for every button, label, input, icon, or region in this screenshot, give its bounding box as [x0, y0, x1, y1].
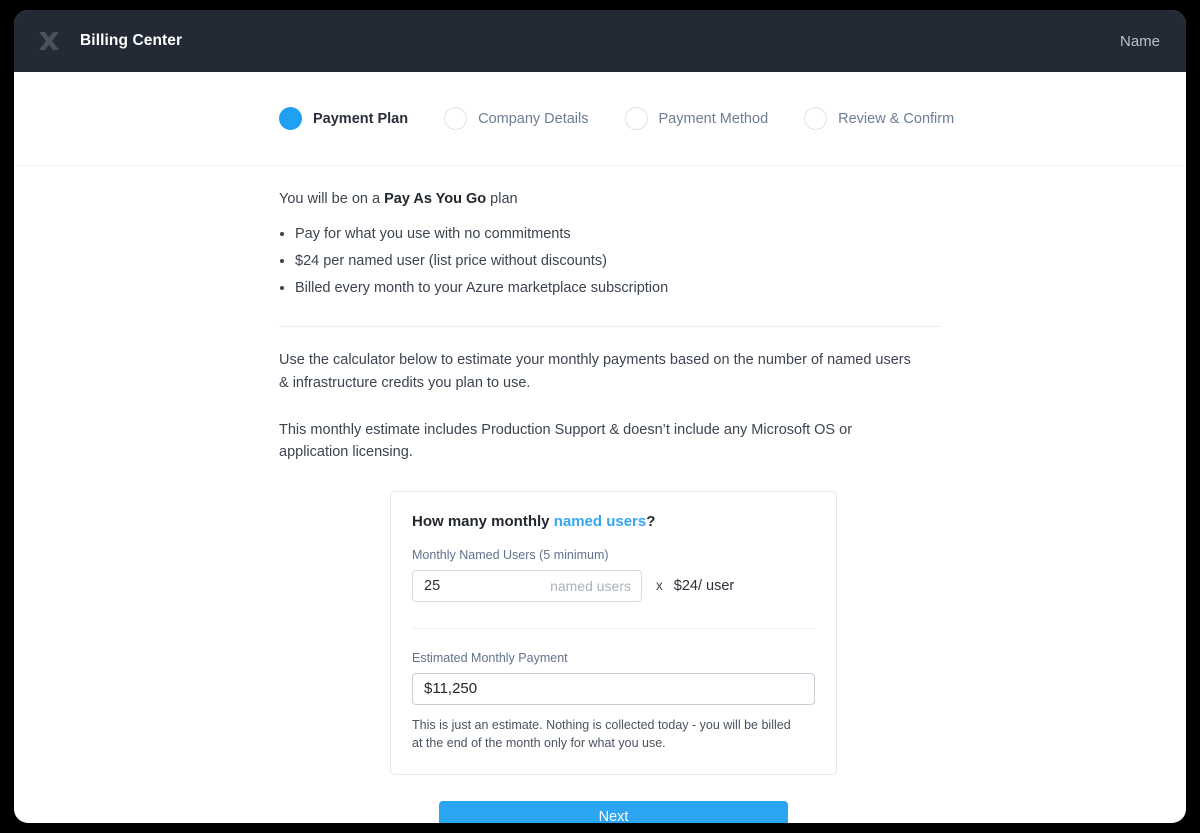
section-divider [279, 326, 941, 328]
user-name-menu[interactable]: Name [1120, 33, 1160, 50]
step-label: Payment Method [658, 110, 769, 127]
step-review-confirm[interactable]: Review & Confirm [804, 107, 954, 130]
app-title: Billing Center [80, 32, 183, 49]
plan-benefits-list: Pay for what you use with no commitments… [279, 224, 1186, 299]
step-label: Review & Confirm [838, 110, 955, 127]
estimate-input-wrapper[interactable] [412, 672, 815, 705]
calculator-card-holder: How many monthly named users? Monthly Na… [279, 490, 1186, 776]
step-list: Payment Plan Company Details Payment Met… [279, 107, 954, 130]
top-bar-left: Billing Center [32, 24, 182, 58]
step-dot-icon [804, 107, 828, 130]
support-note-paragraph: This monthly estimate includes Productio… [279, 422, 853, 461]
step-dot-icon [279, 107, 302, 130]
named-users-unit-label: named users [550, 577, 631, 594]
list-item: $24 per named user (list price without d… [279, 251, 1186, 272]
step-indicator: Payment Plan Company Details Payment Met… [14, 72, 1186, 166]
named-users-input[interactable] [424, 577, 551, 594]
actions-row: Next [279, 801, 1186, 823]
per-user-rate: $24/ user [673, 577, 735, 594]
calculator-card: How many monthly named users? Monthly Na… [390, 490, 837, 776]
estimate-fine-print: This is just an estimate. Nothing is col… [412, 717, 791, 751]
plan-lead-suffix: plan [486, 191, 518, 207]
list-item: Pay for what you use with no commitments [279, 224, 1186, 245]
step-payment-method[interactable]: Payment Method [624, 107, 769, 130]
step-dot-icon [624, 107, 648, 130]
named-users-input-wrapper[interactable]: named users [412, 569, 642, 602]
plan-lead-text: You will be on a Pay As You Go plan [279, 189, 1186, 210]
plan-lead-prefix: You will be on a [279, 191, 385, 207]
estimate-input[interactable] [424, 680, 803, 698]
multiply-symbol: x [656, 578, 663, 594]
app-window: Billing Center Name Payment Plan Company… [14, 10, 1186, 823]
step-company-details[interactable]: Company Details [444, 107, 589, 130]
step-dot-icon [444, 107, 468, 130]
next-button[interactable]: Next [439, 801, 788, 823]
step-label: Company Details [478, 110, 589, 127]
calculator-question-suffix: ? [646, 512, 656, 530]
estimate-label: Estimated Monthly Payment [412, 650, 568, 665]
main-content: You will be on a Pay As You Go plan Pay … [14, 189, 1186, 823]
named-users-row: named users x $24/ user [412, 569, 815, 602]
list-item: Billed every month to your Azure marketp… [279, 278, 1186, 299]
calculator-inner-divider [412, 627, 815, 629]
calculator-intro-paragraph: Use the calculator below to estimate you… [279, 352, 911, 391]
top-bar: Billing Center Name [14, 10, 1186, 72]
plan-name: Pay As You Go [384, 191, 487, 207]
step-label: Payment Plan [313, 110, 409, 127]
calculator-question: How many monthly named users? [412, 513, 815, 530]
x-logo-icon[interactable] [32, 24, 66, 58]
step-payment-plan[interactable]: Payment Plan [279, 107, 408, 130]
named-users-label: Monthly Named Users (5 minimum) [412, 547, 609, 562]
named-users-link[interactable]: named users [554, 513, 647, 530]
calculator-question-prefix: How many monthly [412, 512, 554, 530]
